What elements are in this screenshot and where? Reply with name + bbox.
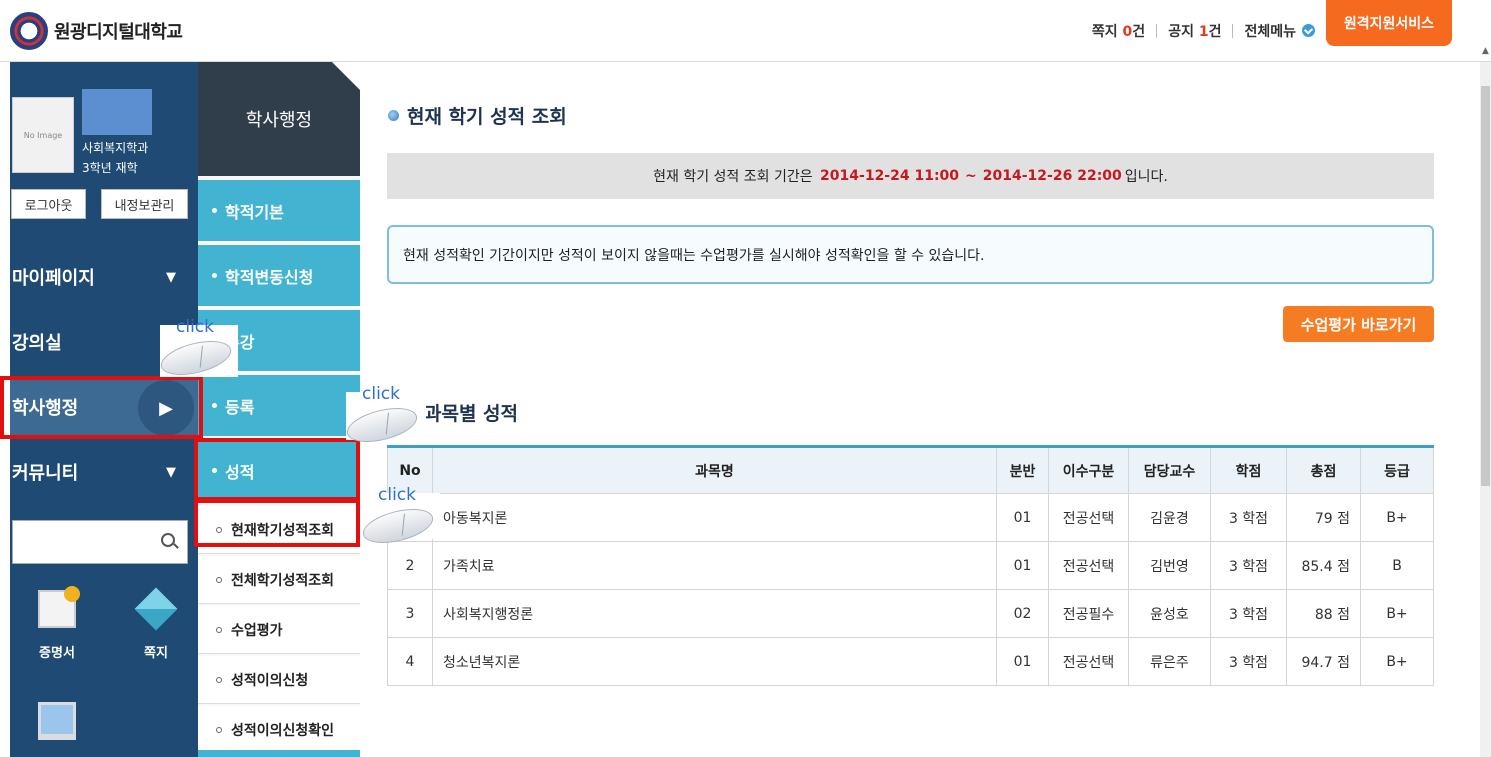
mouse-icon	[157, 334, 235, 382]
computer-icon	[38, 702, 76, 740]
course-name: 아동복지론	[432, 493, 997, 542]
grade-notice-box: 현재 성적확인 기간이지만 성적이 보이지 않을때는 수업평가를 실시해야 성적…	[387, 225, 1434, 284]
click-indicator-mouse: click	[157, 317, 238, 382]
message-icon	[134, 587, 178, 631]
course-name: 사회복지행정론	[432, 589, 997, 638]
submenu-bottom-bar	[198, 750, 360, 757]
notice-link[interactable]: 공지 1건	[1168, 21, 1221, 41]
section-title-course-grades: 과목별 성적	[424, 403, 519, 425]
message-link[interactable]: 쪽지 0건	[1092, 21, 1145, 41]
bullet-icon	[212, 208, 217, 213]
all-menu-link[interactable]: 전체메뉴	[1244, 21, 1315, 41]
click-indicator-mouse: click	[343, 384, 426, 449]
column-header-credits: 학점	[1210, 446, 1287, 494]
chevron-down-icon	[1302, 24, 1315, 37]
profile-name-masked	[82, 89, 152, 135]
play-arrow-icon: ▶	[138, 380, 194, 436]
university-logo[interactable]: 원광디지털대학교	[10, 12, 183, 50]
chevron-down-icon: ▼	[166, 269, 176, 285]
column-header-course: 과목명	[432, 446, 997, 494]
divider	[1232, 24, 1234, 38]
chevron-down-icon: ▼	[166, 464, 176, 480]
click-indicator-mouse: click	[359, 485, 440, 550]
table-row: 4 청소년복지론 01 전공선택 류은주 3 학점 94.7 점 B+	[387, 637, 1434, 686]
submenu-title: 학사행정	[198, 62, 360, 176]
bullet-icon	[216, 576, 222, 583]
certificate-icon	[38, 586, 80, 628]
class-evaluation-button[interactable]: 수업평가 바로가기	[1283, 306, 1434, 342]
bullet-icon	[212, 403, 217, 408]
scroll-up-arrow-icon[interactable]: ▲	[1480, 46, 1491, 62]
page-corner-fold	[332, 62, 360, 90]
submenu-item-grade-appeal[interactable]: 성적이의신청	[198, 656, 360, 704]
bullet-icon	[212, 468, 217, 473]
profile-department: 사회복지학과	[82, 141, 149, 155]
page-title: 현재 학기 성적 조회	[388, 102, 567, 129]
bullet-icon	[216, 626, 222, 633]
quick-link-certificate[interactable]: 증명서	[27, 586, 87, 661]
sidebar-item-community[interactable]: 커뮤니티 ▼	[10, 442, 198, 502]
column-header-total: 총점	[1286, 446, 1361, 494]
bullet-icon	[216, 526, 222, 533]
search-icon[interactable]	[161, 533, 175, 547]
profile-info: 사회복지학과 3학년 재학	[82, 138, 148, 178]
column-header-grade: 등급	[1360, 446, 1434, 494]
bullet-icon	[212, 273, 217, 278]
grade-period-bar: 현재 학기 성적 조회 기간은 2014-12-24 11:00 ~ 2014-…	[387, 153, 1434, 199]
my-info-button[interactable]: 내정보관리	[101, 189, 188, 219]
grades-table: No 과목명 분반 이수구분 담당교수 학점 총점 등급 1 아동복지론 01 …	[387, 445, 1434, 686]
submenu-item-registration[interactable]: 등록	[198, 375, 360, 438]
submenu-item-record[interactable]: 학적기본	[198, 180, 360, 243]
column-header-type: 이수구분	[1048, 446, 1129, 494]
table-header-row: No 과목명 분반 이수구분 담당교수 학점 총점 등급	[387, 446, 1434, 494]
remote-support-button[interactable]: 원격지원서비스	[1326, 0, 1452, 46]
profile-photo: No Image	[12, 97, 74, 173]
period-separator: ~	[965, 168, 977, 184]
submenu-item-current-grades[interactable]: 현재학기성적조회	[198, 506, 360, 554]
scrollbar-thumb[interactable]	[1481, 86, 1490, 486]
message-count: 0	[1122, 24, 1133, 40]
top-links: 쪽지 0건 공지 1건 전체메뉴	[1092, 21, 1315, 41]
quick-link-message[interactable]: 쪽지	[126, 587, 186, 661]
table-row: 1 아동복지론 01 전공선택 김윤경 3 학점 79 점 B+	[387, 493, 1434, 542]
period-start: 2014-12-24 11:00	[820, 168, 960, 184]
sidebar-search-input[interactable]	[12, 520, 188, 564]
university-seal-icon	[10, 12, 48, 50]
submenu-column: 학사행정 학적기본 학적변동신청 수강 등록 성적 현재학기성적조회 전체학기성…	[198, 62, 360, 757]
course-name: 청소년복지론	[432, 637, 997, 686]
left-sidebar: No Image 사회복지학과 3학년 재학 로그아웃 내정보관리 마이페이지 …	[10, 62, 198, 757]
submenu-item-all-grades[interactable]: 전체학기성적조회	[198, 556, 360, 604]
course-name: 가족치료	[432, 541, 997, 590]
sidebar-item-academic-admin[interactable]: 학사행정 ▶	[10, 377, 198, 437]
submenu-item-record-change[interactable]: 학적변동신청	[198, 245, 360, 308]
profile-status: 3학년 재학	[82, 161, 138, 175]
vertical-scrollbar[interactable]	[1480, 62, 1491, 757]
bullet-icon	[388, 110, 399, 121]
submenu-item-grade-appeal-check[interactable]: 성적이의신청확인	[198, 706, 360, 754]
submenu-item-class-evaluation[interactable]: 수업평가	[198, 606, 360, 654]
column-header-professor: 담당교수	[1128, 446, 1211, 494]
divider	[1156, 24, 1158, 38]
period-end: 2014-12-26 22:00	[982, 168, 1122, 184]
submenu-item-grades[interactable]: 성적	[198, 440, 360, 503]
top-header: 원광디지털대학교 쪽지 0건 공지 1건 전체메뉴 원격지원서비스	[0, 0, 1491, 62]
quick-link-computer[interactable]	[27, 702, 87, 754]
logout-button[interactable]: 로그아웃	[11, 189, 86, 219]
bullet-icon	[216, 726, 222, 733]
table-row: 2 가족치료 01 전공선택 김번영 3 학점 85.4 점 B	[387, 541, 1434, 590]
table-row: 3 사회복지행정론 02 전공필수 윤성호 3 학점 88 점 B+	[387, 589, 1434, 638]
sidebar-item-mypage[interactable]: 마이페이지 ▼	[10, 247, 198, 307]
bullet-icon	[216, 676, 222, 683]
column-header-section: 분반	[996, 446, 1049, 494]
notice-count: 1	[1198, 24, 1209, 40]
university-name: 원광디지털대학교	[54, 22, 183, 43]
main-content: 현재 학기 성적 조회 현재 학기 성적 조회 기간은 2014-12-24 1…	[360, 62, 1480, 757]
